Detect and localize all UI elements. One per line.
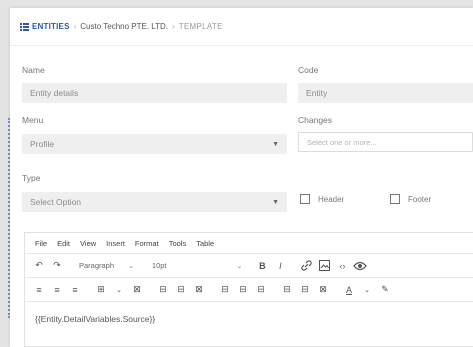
chevron-down-icon: ▼	[272, 198, 279, 206]
entities-icon	[20, 22, 29, 31]
menu-select[interactable]: Profile ▼	[22, 134, 287, 154]
changes-label: Changes	[298, 115, 333, 125]
table-props-icon[interactable]: ⊟	[155, 281, 171, 299]
italic-icon[interactable]: I	[272, 257, 288, 275]
menu-table[interactable]: Table	[196, 239, 214, 248]
editor-content[interactable]: {{Entity.DetailVariables.Source}}	[25, 301, 473, 336]
redo-icon[interactable]: ↷	[49, 257, 65, 275]
font-size-dropdown[interactable]: 10pt ⌄	[148, 257, 246, 275]
format-dropdown-value: Paragraph	[79, 261, 115, 270]
menu-label: Menu	[22, 115, 44, 125]
split-cells-icon[interactable]: ⊟	[279, 281, 295, 299]
breadcrumb-separator: ›	[172, 22, 175, 31]
menu-view[interactable]: View	[80, 239, 96, 248]
footer-checkbox[interactable]: Footer	[390, 194, 431, 204]
breadcrumb-org-link[interactable]: Custo Techno PTE. LTD.	[80, 22, 168, 31]
menu-edit[interactable]: Edit	[57, 239, 70, 248]
image-icon[interactable]	[316, 257, 332, 275]
font-size-value: 10pt	[151, 261, 167, 270]
col-insert-icon[interactable]: ⊟	[217, 281, 233, 299]
table-delete-all-icon[interactable]: ⊠	[315, 281, 331, 299]
table-delete-icon[interactable]: ⊠	[129, 281, 145, 299]
chevron-down-icon: ⌄	[236, 262, 243, 270]
align-left-icon[interactable]: ≡	[31, 281, 47, 299]
row-delete-icon[interactable]: ⊠	[191, 281, 207, 299]
editor-content-text: {{Entity.DetailVariables.Source}}	[35, 314, 156, 324]
editor-menubar: File Edit View Insert Format Tools Table	[25, 233, 473, 253]
align-right-icon[interactable]: ≡	[67, 281, 83, 299]
merge-cells-icon[interactable]: ⊟	[253, 281, 269, 299]
chevron-down-icon[interactable]: ⌄	[111, 281, 127, 299]
type-value: Select Option	[30, 197, 82, 207]
menu-tools[interactable]: Tools	[169, 239, 187, 248]
name-field[interactable]: Entity details	[22, 83, 287, 103]
breadcrumb-separator: ›	[73, 22, 77, 31]
font-color-icon[interactable]: A	[341, 281, 357, 299]
table-icon[interactable]: ⊞	[93, 281, 109, 299]
align-center-icon[interactable]: ≡	[49, 281, 65, 299]
editor-toolbar-row1: ↶ ↷ Paragraph ⌄ 10pt ⌄ B I ‹›	[25, 253, 473, 277]
preview-icon[interactable]	[352, 257, 368, 275]
code-label: Code	[298, 65, 319, 75]
code-field[interactable]: Entity	[298, 83, 473, 103]
menu-format[interactable]: Format	[135, 239, 159, 248]
menu-file[interactable]: File	[35, 239, 47, 248]
changes-placeholder: Select one or more...	[307, 137, 377, 147]
type-select[interactable]: Select Option ▼	[22, 192, 287, 212]
highlight-icon[interactable]: ✎	[377, 281, 393, 299]
name-label: Name	[22, 65, 45, 75]
code-value: Entity	[306, 88, 328, 98]
changes-multiselect[interactable]: Select one or more...	[298, 132, 473, 152]
cell-props-icon[interactable]: ⊟	[297, 281, 313, 299]
row-insert-icon[interactable]: ⊟	[173, 281, 189, 299]
format-dropdown[interactable]: Paragraph ⌄	[75, 257, 138, 275]
header-checkbox-label: Header	[318, 194, 345, 204]
template-panel: ENTITIES › Custo Techno PTE. LTD. › TEMP…	[10, 8, 473, 347]
col-delete-icon[interactable]: ⊟	[235, 281, 251, 299]
chevron-down-icon: ▼	[272, 140, 279, 148]
header-checkbox[interactable]: Header	[300, 194, 344, 204]
rich-text-editor: File Edit View Insert Format Tools Table…	[24, 232, 473, 347]
name-value: Entity details	[30, 88, 79, 98]
breadcrumb-current: TEMPLATE	[178, 22, 223, 31]
menu-insert[interactable]: Insert	[106, 239, 125, 248]
menu-value: Profile	[30, 139, 55, 149]
breadcrumb: ENTITIES › Custo Techno PTE. LTD. › TEMP…	[10, 8, 473, 46]
breadcrumb-entities-link[interactable]: ENTITIES	[32, 22, 70, 31]
chevron-down-icon[interactable]: ⌄	[359, 281, 375, 299]
chevron-down-icon: ⌄	[128, 262, 134, 270]
footer-checkbox-label: Footer	[408, 194, 432, 204]
link-icon[interactable]	[298, 257, 314, 275]
editor-toolbar-row2: ≡ ≡ ≡ ⊞ ⌄ ⊠ ⊟ ⊟ ⊠ ⊟ ⊟ ⊟ ⊟ ⊟ ⊠ A ⌄ ✎	[25, 277, 473, 301]
code-icon[interactable]: ‹›	[334, 257, 350, 275]
type-label: Type	[22, 173, 41, 183]
header-checkbox-box[interactable]	[300, 194, 310, 204]
bold-icon[interactable]: B	[254, 257, 270, 275]
undo-icon[interactable]: ↶	[31, 257, 47, 275]
footer-checkbox-box[interactable]	[390, 194, 400, 204]
